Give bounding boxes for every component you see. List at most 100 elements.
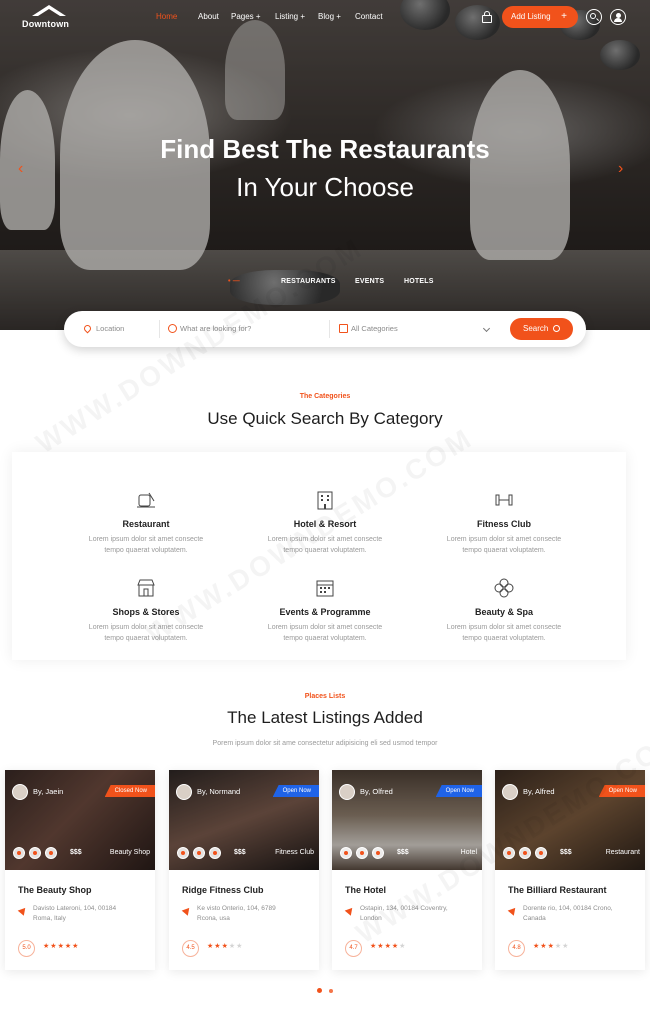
- share-icon[interactable]: [519, 847, 531, 859]
- listing-address: Ostapin, 134, 00184 Coventry, London: [360, 904, 472, 924]
- heart-icon[interactable]: [13, 847, 25, 859]
- star-filled-icon: ★: [221, 943, 229, 950]
- listing-name[interactable]: The Billiard Restaurant: [508, 885, 607, 895]
- share-icon[interactable]: [193, 847, 205, 859]
- bookmark-icon[interactable]: [209, 847, 221, 859]
- star-empty-icon: ★: [562, 943, 570, 950]
- share-icon[interactable]: [356, 847, 368, 859]
- user-icon[interactable]: [610, 9, 626, 25]
- category-select[interactable]: All Categories: [351, 311, 491, 347]
- heart-icon[interactable]: [340, 847, 352, 859]
- carousel-dot-active[interactable]: [317, 988, 322, 993]
- category-desc: Lorem ipsum dolor sit amet consecte temp…: [56, 534, 236, 556]
- location-input[interactable]: Location: [96, 311, 156, 347]
- category-desc-line: tempo quaerat voluptatem.: [283, 635, 367, 642]
- navigation-arrow-icon: [344, 905, 356, 916]
- restaurant-icon: [137, 492, 155, 508]
- category-name: Restaurant: [122, 519, 170, 529]
- bookmark-icon[interactable]: [45, 847, 57, 859]
- listing-type: Hotel: [460, 849, 477, 856]
- category-desc-line: Lorem ipsum dolor sit amet consecte: [267, 624, 383, 631]
- add-listing-label: Add Listing: [511, 12, 551, 21]
- heart-icon[interactable]: [177, 847, 189, 859]
- category-grid-icon: [339, 324, 348, 333]
- address-line: Rcona, usa: [197, 915, 230, 922]
- search-button[interactable]: Search: [510, 318, 573, 340]
- price-level: $$$: [560, 849, 572, 856]
- listing-card[interactable]: By, Jaein Closed Now $$$ Beauty Shop The…: [5, 770, 155, 970]
- navigation-arrow-icon: [181, 905, 193, 916]
- category-name: Fitness Club: [476, 519, 531, 529]
- hero-tab-restaurants[interactable]: RESTAURANTS: [281, 278, 336, 285]
- status-badge: Closed Now: [104, 785, 155, 797]
- category-desc-line: tempo quaerat voluptatem.: [462, 635, 546, 642]
- navigation-arrow-icon: [17, 905, 29, 916]
- listing-name[interactable]: The Hotel: [345, 885, 386, 895]
- price-level: $$$: [70, 849, 82, 856]
- category-shops-stores[interactable]: Shops & Stores Lorem ipsum dolor sit ame…: [56, 577, 236, 647]
- star-empty-icon: ★: [399, 943, 407, 950]
- user-icon-head: [615, 12, 621, 18]
- nav-listing[interactable]: Listing +: [275, 12, 305, 21]
- category-events-programme[interactable]: Events & Programme Lorem ipsum dolor sit…: [235, 577, 415, 647]
- listings-subtitle: Porem ipsum dolor sit ame consectetur ad…: [212, 740, 438, 747]
- flower-icon: [494, 578, 514, 598]
- hero-tab-hotels[interactable]: HOTELS: [404, 278, 434, 285]
- category-desc-line: tempo quaerat voluptatem.: [104, 547, 188, 554]
- nav-home[interactable]: Home: [156, 12, 177, 21]
- category-hotel-resort[interactable]: Hotel & Resort Lorem ipsum dolor sit ame…: [235, 489, 415, 559]
- address-line: London: [360, 915, 382, 922]
- shop-icon: [137, 579, 155, 597]
- listing-name[interactable]: Ridge Fitness Club: [182, 885, 264, 895]
- hero-tab-events[interactable]: EVENTS: [355, 278, 384, 285]
- nav-blog[interactable]: Blog +: [318, 12, 341, 21]
- category-desc: Lorem ipsum dolor sit amet consecte temp…: [414, 622, 594, 644]
- rating-badge: 4.8: [508, 940, 525, 957]
- status-badge: Open Now: [272, 785, 319, 797]
- keyword-input[interactable]: What are looking for?: [180, 311, 330, 347]
- nav-about[interactable]: About: [198, 12, 219, 21]
- carousel-dot[interactable]: [329, 989, 333, 993]
- star-rating: ★★★★★: [370, 942, 406, 950]
- listing-type: Beauty Shop: [109, 849, 150, 856]
- bookmark-icon[interactable]: [372, 847, 384, 859]
- category-desc-line: Lorem ipsum dolor sit amet consecte: [446, 624, 562, 631]
- category-restaurant[interactable]: Restaurant Lorem ipsum dolor sit amet co…: [56, 489, 236, 559]
- share-icon[interactable]: [29, 847, 41, 859]
- category-desc-line: tempo quaerat voluptatem.: [462, 547, 546, 554]
- avatar: [176, 784, 192, 800]
- nav-pages[interactable]: Pages +: [231, 12, 261, 21]
- price-level: $$$: [397, 849, 409, 856]
- listing-name[interactable]: The Beauty Shop: [18, 885, 92, 895]
- price-level: $$$: [234, 849, 246, 856]
- address-line: Canada: [523, 915, 546, 922]
- hero-tab-active-marker[interactable]: • —: [228, 278, 240, 285]
- category-beauty-spa[interactable]: Beauty & Spa Lorem ipsum dolor sit amet …: [414, 577, 594, 647]
- category-desc-line: Lorem ipsum dolor sit amet consecte: [88, 624, 204, 631]
- category-fitness-club[interactable]: Fitness Club Lorem ipsum dolor sit amet …: [414, 489, 594, 559]
- hero-banner: ‹ › Find Best The Restaurants In Your Ch…: [0, 0, 650, 330]
- listings-eyebrow: Places Lists: [304, 693, 346, 700]
- rating-badge: 4.5: [182, 940, 199, 957]
- categories-title: Use Quick Search By Category: [207, 409, 443, 428]
- cart-icon[interactable]: [481, 11, 493, 23]
- search-icon[interactable]: [586, 9, 602, 25]
- category-name: Beauty & Spa: [474, 607, 534, 617]
- listing-type: Fitness Club: [275, 849, 314, 856]
- house-icon-inner: [38, 9, 60, 16]
- category-desc-line: Lorem ipsum dolor sit amet consecte: [88, 536, 204, 543]
- listings-title: The Latest Listings Added: [227, 708, 423, 727]
- listing-card[interactable]: By, Alfred Open Now $$$ Restaurant The B…: [495, 770, 645, 970]
- brand-logo[interactable]: Downtown: [22, 5, 78, 33]
- star-filled-icon: ★: [72, 943, 80, 950]
- heart-icon[interactable]: [503, 847, 515, 859]
- add-listing-button[interactable]: Add Listing +: [502, 6, 578, 28]
- divider: [329, 320, 330, 338]
- bookmark-icon[interactable]: [535, 847, 547, 859]
- search-icon-handle: [596, 18, 599, 22]
- nav-contact[interactable]: Contact: [355, 12, 383, 21]
- listing-card[interactable]: By, Olfred Open Now $$$ Hotel The Hotel …: [332, 770, 482, 970]
- listing-image: By, Olfred Open Now $$$ Hotel: [332, 770, 482, 870]
- listing-image: By, Alfred Open Now $$$ Restaurant: [495, 770, 645, 870]
- listing-card[interactable]: By, Normand Open Now $$$ Fitness Club Ri…: [169, 770, 319, 970]
